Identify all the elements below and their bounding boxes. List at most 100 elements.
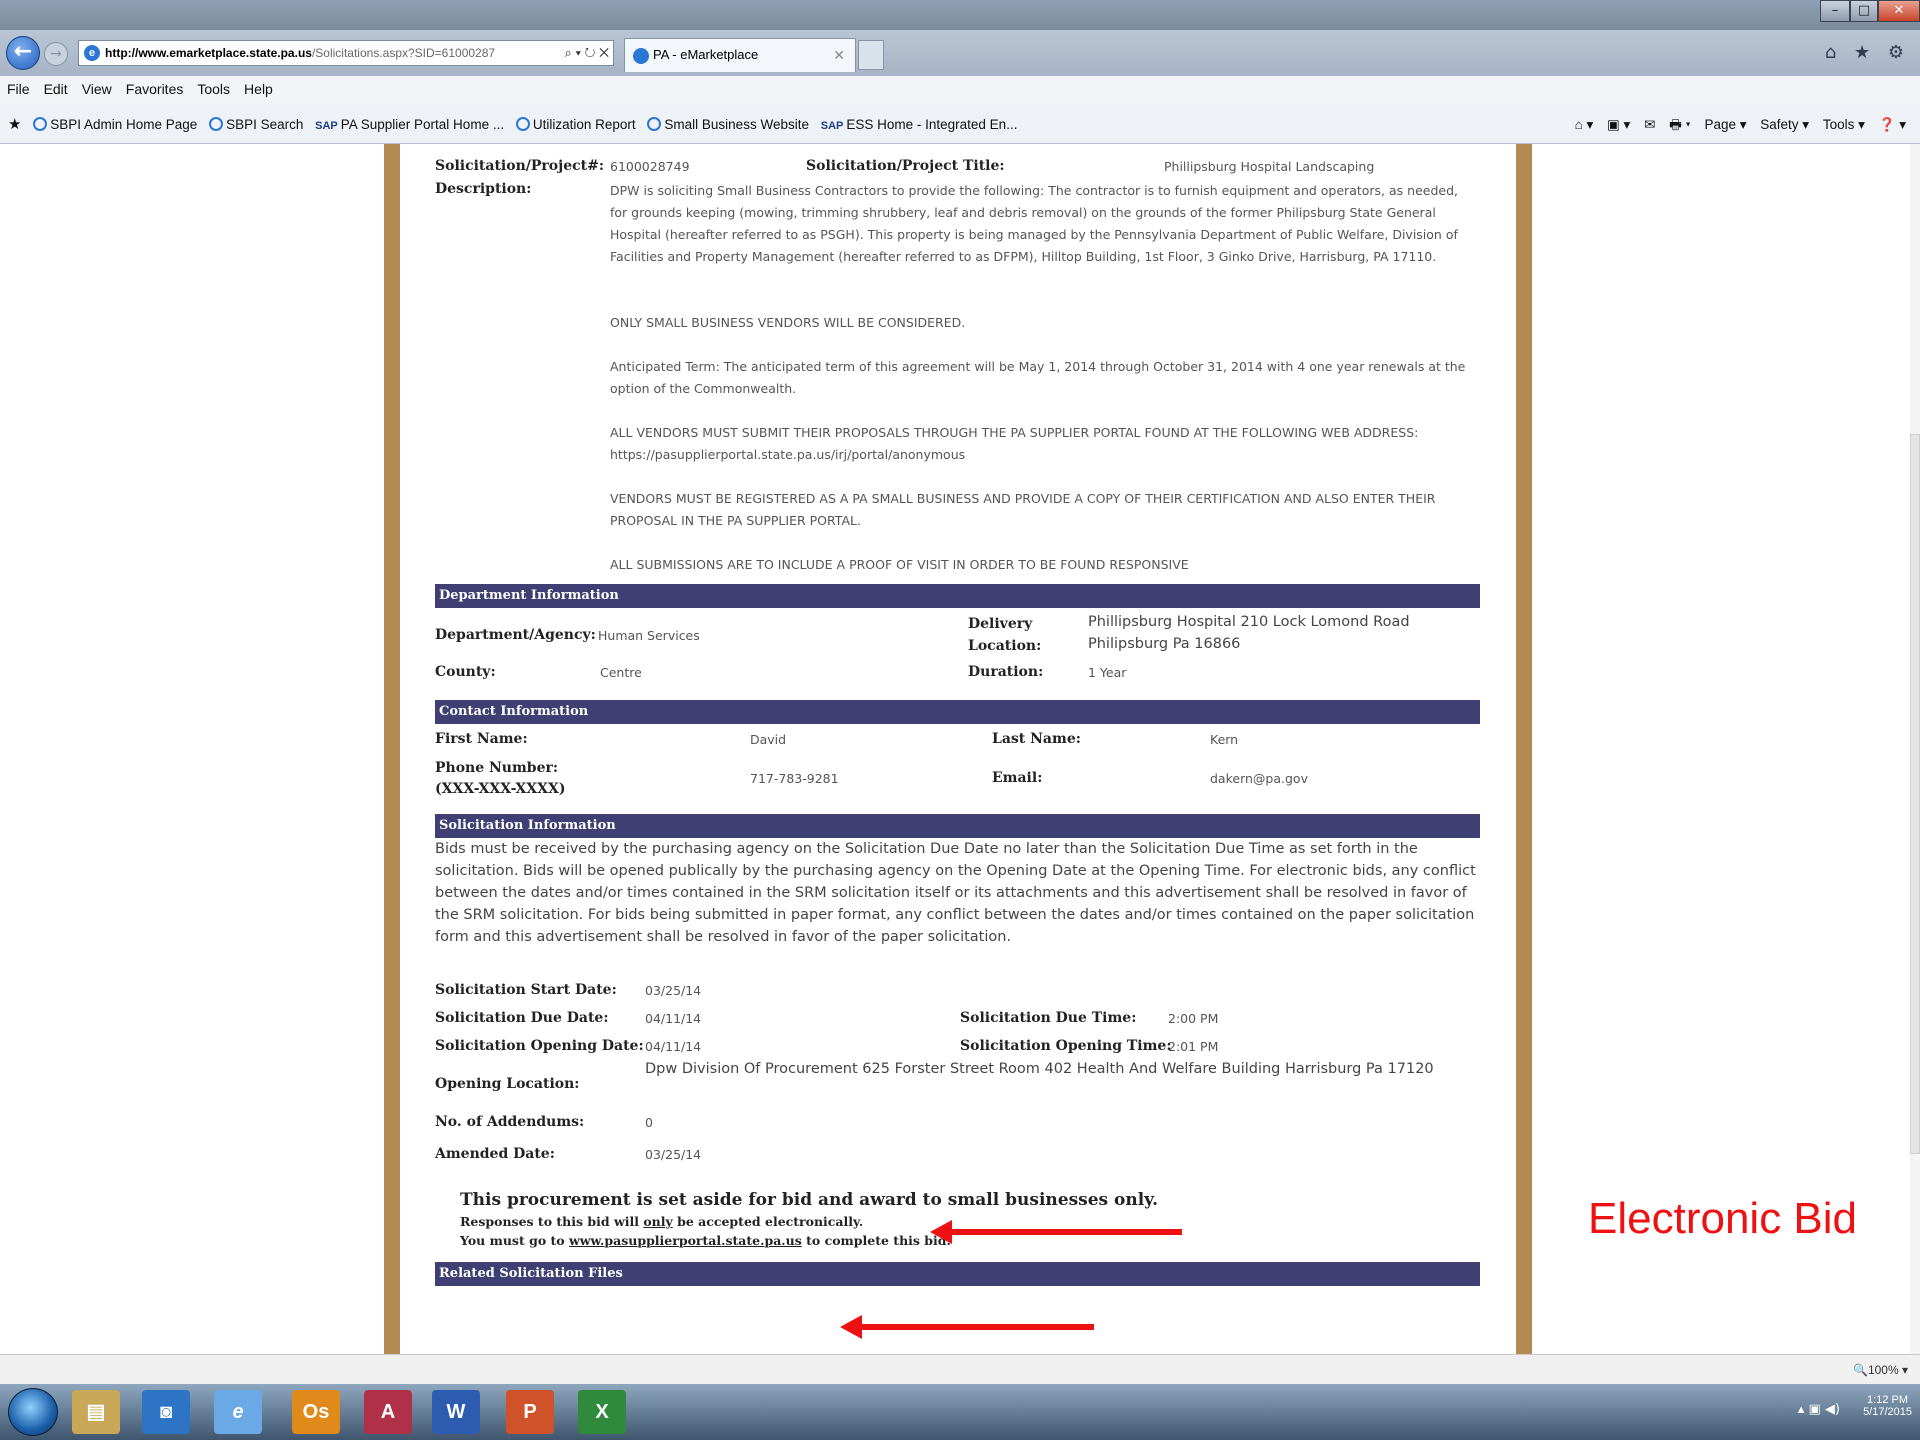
onenote-taskbar-icon[interactable]: Os	[292, 1390, 340, 1434]
sap-icon: SAP	[315, 120, 338, 132]
due-time: 2:00 PM	[1168, 1011, 1219, 1026]
menu-favorites[interactable]: Favorites	[119, 76, 191, 97]
supplier-portal-link[interactable]: www.pasupplierportal.state.pa.us	[569, 1233, 802, 1248]
page-menu[interactable]: Page ▾	[1704, 117, 1746, 132]
phone-format-label: (XXX-XXX-XXXX)	[435, 781, 566, 797]
home-menu-icon[interactable]: ⌂ ▾	[1575, 117, 1594, 132]
tab-close-icon[interactable]: ✕	[833, 39, 845, 71]
command-bar: ⌂ ▾ ▣ ▾ ✉ 🖶 ▾ Page ▾ Safety ▾ Tools ▾ ❓ …	[1565, 115, 1906, 138]
duration-label: Duration:	[968, 664, 1044, 680]
opening-date-label: Solicitation Opening Date:	[435, 1038, 644, 1054]
red-arrow-annotation	[840, 1315, 1094, 1339]
ie-icon: e	[84, 45, 100, 61]
sap-icon: SAP	[820, 120, 844, 132]
forward-button[interactable]: →	[44, 42, 68, 66]
clock[interactable]: 1:12 PM 5/17/2015	[1863, 1394, 1912, 1418]
solicitation-number: 6100028749	[610, 159, 690, 174]
last-name: Kern	[1210, 732, 1239, 747]
solicitation-information-header: Solicitation Information	[435, 814, 1480, 838]
favorites-star-icon[interactable]: ★	[8, 115, 21, 133]
county-label: County:	[435, 664, 496, 680]
back-button[interactable]: ←	[6, 36, 40, 70]
department-agency-label: Department/Agency:	[435, 627, 596, 643]
tab-emarketplace[interactable]: PA - eMarketplace ✕	[624, 38, 856, 72]
scrollbar-thumb[interactable]	[1910, 434, 1920, 1154]
url-tools[interactable]: ⌕ ▾ ↻ ✕	[560, 41, 609, 65]
opening-location-label: Opening Location:	[435, 1076, 580, 1092]
feeds-icon[interactable]: ▣ ▾	[1607, 117, 1630, 132]
description-paragraph: ALL VENDORS MUST SUBMIT THEIR PROPOSALS …	[610, 425, 1419, 462]
addendums-label: No. of Addendums:	[435, 1114, 585, 1130]
solicitation-number-label: Solicitation/Project#:	[435, 158, 604, 174]
electronic-bid-annotation: Electronic Bid	[1588, 1194, 1858, 1243]
menu-tools[interactable]: Tools	[190, 76, 237, 97]
excel-taskbar-icon[interactable]: X	[578, 1390, 626, 1434]
department-agency: Human Services	[598, 628, 700, 643]
system-tray-icons[interactable]: ▴ ▣ ◀)	[1798, 1402, 1840, 1417]
delivery-location: Phillipsburg Hospital 210 Lock Lomond Ro…	[1088, 614, 1410, 630]
favorite-link[interactable]: Small Business Website	[647, 117, 809, 132]
menu-help[interactable]: Help	[237, 76, 280, 97]
first-name: David	[750, 732, 787, 747]
print-icon[interactable]: 🖶 ▾	[1669, 117, 1691, 132]
solicitation-title: Phillipsburg Hospital Landscaping	[1164, 159, 1375, 174]
description-paragraph: Anticipated Term: The anticipated term o…	[610, 359, 1466, 396]
due-time-label: Solicitation Due Time:	[960, 1010, 1137, 1026]
close-window-button[interactable]: ✕	[1878, 0, 1920, 22]
mail-icon[interactable]: ✉	[1644, 117, 1655, 132]
notice-headline: This procurement is set aside for bid an…	[460, 1190, 1159, 1210]
phone-number-label: Phone Number:	[435, 760, 559, 776]
opening-date: 04/11/14	[645, 1039, 702, 1054]
maximize-button[interactable]: □	[1850, 0, 1878, 22]
word-taskbar-icon[interactable]: W	[432, 1390, 480, 1434]
opening-time: 2:01 PM	[1168, 1039, 1219, 1054]
new-tab-button[interactable]	[858, 40, 884, 70]
tab-title: PA - eMarketplace	[653, 47, 759, 62]
menu-file[interactable]: File	[0, 76, 37, 97]
ie-icon	[647, 117, 662, 131]
menu-view[interactable]: View	[75, 76, 119, 97]
ie-icon	[33, 117, 48, 131]
help-icon[interactable]: ❓ ▾	[1879, 117, 1906, 132]
start-date: 03/25/14	[645, 983, 702, 998]
description-paragraph: ONLY SMALL BUSINESS VENDORS WILL BE CONS…	[610, 315, 966, 330]
favorite-link[interactable]: SBPI Search	[209, 117, 303, 132]
start-button[interactable]	[8, 1388, 58, 1436]
favorite-link[interactable]: Utilization Report	[515, 117, 636, 132]
duration: 1 Year	[1088, 665, 1127, 680]
safety-menu[interactable]: Safety ▾	[1760, 117, 1809, 132]
page-border-left	[384, 144, 400, 1354]
url-path: /Solicitations.aspx?SID=61000287	[311, 46, 496, 60]
first-name-label: First Name:	[435, 731, 528, 747]
tools-menu[interactable]: Tools ▾	[1823, 117, 1865, 132]
address-input[interactable]: e http://www.emarketplace.state.pa.us/So…	[78, 40, 614, 66]
zoom-control[interactable]: 🔍100% ▾	[1853, 1363, 1908, 1377]
internet-explorer-taskbar-icon[interactable]: e	[214, 1390, 262, 1434]
contact-information-header: Contact Information	[435, 700, 1480, 724]
favorite-link[interactable]: SAP PA Supplier Portal Home ...	[315, 117, 504, 132]
due-date: 04/11/14	[645, 1011, 702, 1026]
solicitation-title-label: Solicitation/Project Title:	[806, 158, 1005, 174]
description-paragraph: VENDORS MUST BE REGISTERED AS A PA SMALL…	[610, 491, 1436, 528]
due-date-label: Solicitation Due Date:	[435, 1010, 609, 1026]
delivery-location-label: Location:	[968, 638, 1042, 654]
powerpoint-taskbar-icon[interactable]: P	[506, 1390, 554, 1434]
minimize-button[interactable]: –	[1820, 0, 1850, 22]
last-name-label: Last Name:	[992, 731, 1081, 747]
menu-edit[interactable]: Edit	[37, 76, 75, 97]
clock-date: 5/17/2015	[1863, 1406, 1912, 1418]
delivery-location: Philipsburg Pa 16866	[1088, 636, 1241, 652]
window-titlebar: – □ ✕	[0, 0, 1920, 30]
ie-icon	[209, 117, 224, 131]
favorite-link[interactable]: SAP ESS Home - Integrated En...	[821, 117, 1018, 132]
home-favorites-settings-icons[interactable]: ⌂ ★ ⚙	[1825, 42, 1910, 63]
notice-electronic-only: Responses to this bid will only be accep…	[460, 1214, 864, 1229]
explorer-taskbar-icon[interactable]: ▤	[72, 1390, 120, 1434]
description-label: Description:	[435, 181, 532, 197]
favorites-bar: ★ SBPI Admin Home Page SBPI Search SAP PA…	[0, 104, 1920, 144]
small-business-notice: This procurement is set aside for bid an…	[460, 1190, 1158, 1248]
favorite-link[interactable]: SBPI Admin Home Page	[33, 117, 197, 132]
ie-icon	[515, 117, 530, 131]
access-taskbar-icon[interactable]: A	[364, 1390, 412, 1434]
outlook-taskbar-icon[interactable]: ◙	[142, 1390, 190, 1434]
